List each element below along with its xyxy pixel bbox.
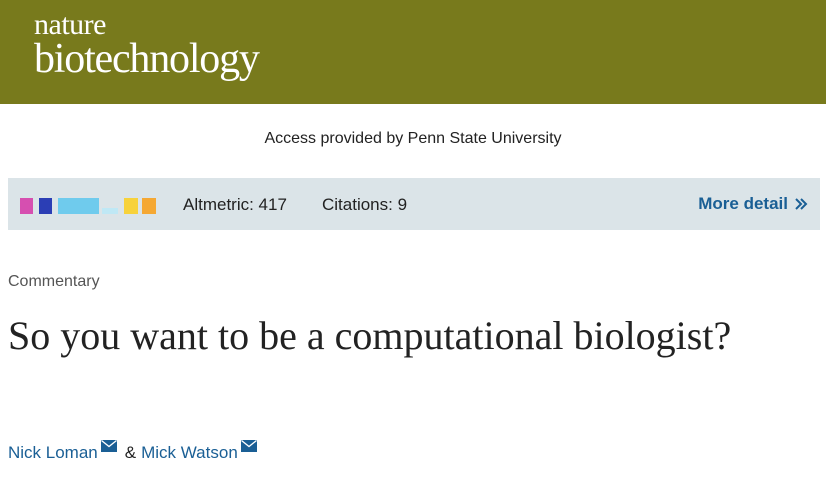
logo-line-biotechnology: biotechnology bbox=[34, 36, 260, 82]
altmetric-badge-segment bbox=[142, 198, 156, 214]
author-list: Nick Loman & Mick Watson bbox=[8, 439, 257, 463]
article-title: So you want to be a computational biolog… bbox=[8, 313, 732, 358]
author-link-mick-watson[interactable]: Mick Watson bbox=[141, 443, 238, 463]
altmetric-badge-segment bbox=[20, 198, 33, 214]
logo-line-nature: nature bbox=[34, 8, 106, 41]
altmetric-badge-segment bbox=[102, 208, 118, 214]
masthead: nature biotechnology bbox=[0, 0, 826, 104]
altmetric-score: Altmetric: 417 bbox=[183, 195, 287, 214]
citations-count: Citations: 9 bbox=[322, 195, 408, 214]
double-chevron-right-icon bbox=[795, 198, 808, 210]
altmetric-badge[interactable] bbox=[20, 198, 160, 214]
access-provided-text: Access provided by Penn State University bbox=[264, 130, 562, 147]
envelope-icon[interactable] bbox=[100, 437, 117, 457]
envelope-icon[interactable] bbox=[240, 437, 257, 457]
more-detail-link[interactable]: More detail bbox=[698, 194, 808, 214]
altmetric-badge-segment bbox=[124, 198, 138, 214]
altmetric-badge-segment bbox=[39, 198, 52, 214]
article-metrics-bar: Altmetric: 417 Citations: 9 More detail bbox=[8, 178, 820, 230]
more-detail-label: More detail bbox=[698, 194, 788, 213]
altmetric-badge-segment bbox=[58, 198, 99, 214]
article-type-label: Commentary bbox=[8, 273, 100, 290]
author-link-nick-loman[interactable]: Nick Loman bbox=[8, 443, 98, 463]
author-separator: & bbox=[124, 443, 137, 462]
journal-logo[interactable]: nature biotechnology bbox=[34, 8, 260, 82]
